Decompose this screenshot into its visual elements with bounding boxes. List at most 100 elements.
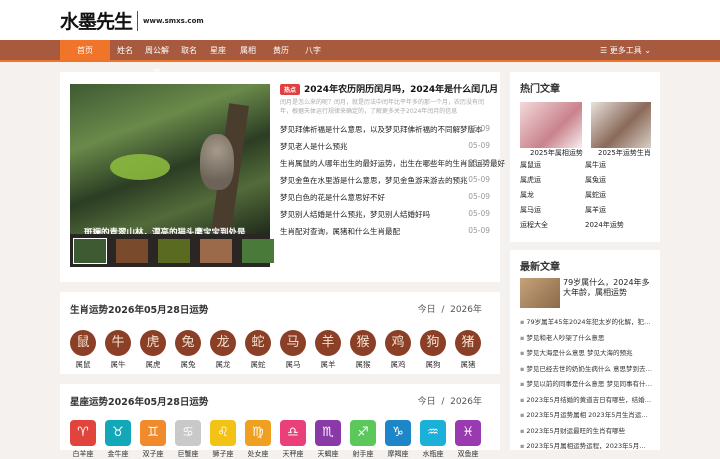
article-image[interactable] — [520, 102, 582, 148]
star-item[interactable]: ♉ 金牛座 — [105, 420, 131, 459]
star-item[interactable]: ♒ 水瓶座 — [420, 420, 446, 459]
news-date: 05-09 — [468, 209, 490, 218]
thumbnail[interactable] — [200, 238, 232, 263]
star-item[interactable]: ♑ 摩羯座 — [385, 420, 411, 459]
latest-item[interactable]: ▪79岁属羊45年2024年犯太岁的化解，犯太岁佩戴什么 — [520, 316, 652, 326]
news-item[interactable]: 梦见拜佛祈福是什么意思，以及梦见拜佛祈福的不同解梦版本 05-09 — [280, 124, 490, 135]
nav-item-name[interactable]: 姓名 — [112, 40, 138, 62]
zodiac-item[interactable]: 马属马 — [280, 330, 306, 370]
feature-title[interactable]: 79岁属什么，2024年多大年龄，属相运势 — [563, 278, 655, 298]
star-label: 射手座 — [352, 450, 374, 458]
zodiac-item[interactable]: 蛇属蛇 — [245, 330, 271, 370]
zodiac-item[interactable]: 兔属兔 — [175, 330, 201, 370]
nav-item-constellation[interactable]: 星座 — [206, 40, 230, 62]
hot-articles-title: 热门文章 — [520, 84, 560, 95]
tab-year[interactable]: 2026年 — [450, 305, 482, 315]
star-item[interactable]: ♏ 天蝎座 — [315, 420, 341, 459]
bullet-icon: ▪ — [520, 333, 525, 342]
zodiac-item[interactable]: 龙属龙 — [210, 330, 236, 370]
star-label: 狮子座 — [212, 450, 234, 458]
latest-item-title: 79岁属羊45年2024年犯太岁的化解，犯太岁佩戴什么 — [526, 318, 652, 326]
latest-item-title: 梦见大海是什么意思 梦见大海的预兆 — [526, 349, 633, 357]
nav-item-zodiac[interactable]: 属相 — [236, 40, 260, 62]
top-bar: 水墨先生 www.smxs.com — [0, 0, 720, 40]
star-item[interactable]: ♌ 狮子座 — [210, 420, 236, 459]
zodiac-item[interactable]: 猪属猪 — [455, 330, 481, 370]
latest-item[interactable]: ▪ 梦见已经去世的奶奶生病什么 意思梦到去世奶奶 — [520, 363, 652, 373]
thumbnail[interactable] — [116, 238, 148, 263]
nav-item-home[interactable]: 首页 — [60, 40, 110, 62]
star-item[interactable]: ♊ 双子座 — [140, 420, 166, 459]
article-image[interactable] — [591, 102, 651, 148]
hot-link[interactable]: 属龙 — [520, 190, 534, 200]
hot-link[interactable]: 属蛇运 — [585, 190, 606, 200]
zodiac-icon: 龙 — [210, 330, 236, 356]
tab-year[interactable]: 2026年 — [450, 397, 482, 407]
latest-item[interactable]: ▪2023年5月属相运势运程，2023年5月生肖运势详解 — [520, 440, 652, 450]
star-item[interactable]: ♈ 白羊座 — [70, 420, 96, 459]
star-icon: ♌ — [210, 420, 236, 446]
hot-articles-panel: 热门文章 2025年属相运势 2025年运势生肖 属鼠运 属牛运 属虎运 属兔运 属龙属… — [510, 72, 660, 242]
latest-item[interactable]: ▪ 2023年5月运势属相 2023年5月生肖运势大全 — [520, 409, 652, 419]
thumbnail[interactable] — [158, 238, 190, 263]
site-logo[interactable]: 水墨先生 www.smxs.com — [60, 7, 204, 34]
hot-link[interactable]: 属鼠运 — [520, 160, 541, 170]
zodiac-item[interactable]: 鼠属鼠 — [70, 330, 96, 370]
hero-image[interactable]: 斑斓的青翠山林，漂亮的猫头鹰宝宝到处是 — [70, 84, 270, 234]
hot-link[interactable]: 属牛运 — [585, 160, 606, 170]
hot-link[interactable]: 运程大全 — [520, 220, 548, 230]
zodiac-item[interactable]: 牛属牛 — [105, 330, 131, 370]
zodiac-item[interactable]: 狗属狗 — [420, 330, 446, 370]
latest-item[interactable]: ▪ 2023年5月财运最旺的生肖有哪些 — [520, 425, 652, 435]
nav-item-almanac[interactable]: 黄历 — [266, 40, 296, 62]
news-item[interactable]: 梦见老人是什么预兆 05-09 — [280, 141, 490, 152]
feature-image[interactable] — [520, 278, 560, 308]
star-tabs: 今日 / 2026年 — [417, 397, 482, 407]
zodiac-item[interactable]: 虎属虎 — [140, 330, 166, 370]
news-date: 05-09 — [468, 158, 490, 167]
zodiac-item[interactable]: 鸡属鸡 — [385, 330, 411, 370]
zodiac-item[interactable]: 羊属羊 — [315, 330, 341, 370]
zodiac-label: 属狗 — [425, 360, 441, 369]
star-item[interactable]: ♎ 天秤座 — [280, 420, 306, 459]
zodiac-icon: 狗 — [420, 330, 446, 356]
news-item[interactable]: 梦见金鱼在水里游是什么意思，梦见金鱼游来游去的预兆 05-09 — [280, 175, 490, 186]
latest-item[interactable]: ▪2023年5月结婚的黄道吉日有哪些，结婚吉日一览表 — [520, 394, 652, 404]
nav-item-dream[interactable]: 周公解梦 — [142, 40, 172, 77]
hot-link[interactable]: 2024年运势 — [585, 220, 624, 230]
news-item[interactable]: 生肖属鼠的人哪年出生的最好运势，出生在哪些年的生肖鼠运势最好 05-09 — [280, 158, 505, 169]
nav-item-naming[interactable]: 取名 — [176, 40, 202, 62]
news-date: 05-09 — [468, 192, 490, 201]
latest-item[interactable]: ▪ 梦见以前的同事是什么意思 梦见同事有什么预兆 — [520, 378, 652, 388]
hot-link[interactable]: 属兔运 — [585, 175, 606, 185]
star-icon: ♋ — [175, 420, 201, 446]
zodiac-icon: 牛 — [105, 330, 131, 356]
star-item[interactable]: ♓ 双鱼座 — [455, 420, 481, 459]
latest-item-title: 梦见和老人吵架了什么意思 — [526, 333, 605, 342]
latest-item[interactable]: ▪ 梦见和老人吵架了什么意思 — [520, 332, 652, 342]
more-tools-menu[interactable]: ☰ 更多工具 ⌄ — [600, 40, 651, 62]
hot-link[interactable]: 属羊运 — [585, 205, 606, 215]
nav-item-bazi[interactable]: 八字 — [302, 40, 324, 62]
tab-today[interactable]: 今日 — [418, 397, 436, 407]
star-item[interactable]: ♐ 射手座 — [350, 420, 376, 459]
hot-link[interactable]: 属马运 — [520, 205, 541, 215]
article-image-label[interactable]: 2025年运势生肖 — [598, 148, 651, 158]
news-item[interactable]: 梦见别人结婚是什么预兆，梦见别人结婚好吗 05-09 — [280, 209, 490, 220]
tab-today[interactable]: 今日 — [418, 305, 436, 315]
star-item[interactable]: ♋ 巨蟹座 — [175, 420, 201, 459]
hot-link[interactable]: 属虎运 — [520, 175, 541, 185]
article-image-label[interactable]: 2025年属相运势 — [530, 148, 583, 158]
news-item[interactable]: 梦见白色的花是什么意思好不好 05-09 — [280, 192, 490, 203]
thumbnail[interactable] — [242, 238, 274, 263]
bullet-icon: ▪ — [520, 426, 525, 435]
star-item[interactable]: ♍ 处女座 — [245, 420, 271, 459]
thumbnail[interactable] — [73, 237, 107, 264]
latest-item[interactable]: ▪ 梦见大海是什么意思 梦见大海的预兆 — [520, 347, 652, 357]
hero-caption: 斑斓的青翠山林，漂亮的猫头鹰宝宝到处是 — [84, 228, 246, 234]
zodiac-item[interactable]: 猴属猴 — [350, 330, 376, 370]
news-item[interactable]: 生肖配对查询，属猪和什么生肖最配 05-09 — [280, 226, 490, 237]
headline[interactable]: 热点 2024年农历阴历闰月吗，2024年是什么闰几月 — [280, 82, 498, 95]
bullet-icon: ▪ — [520, 364, 525, 373]
latest-articles-title: 最新文章 — [520, 262, 560, 273]
